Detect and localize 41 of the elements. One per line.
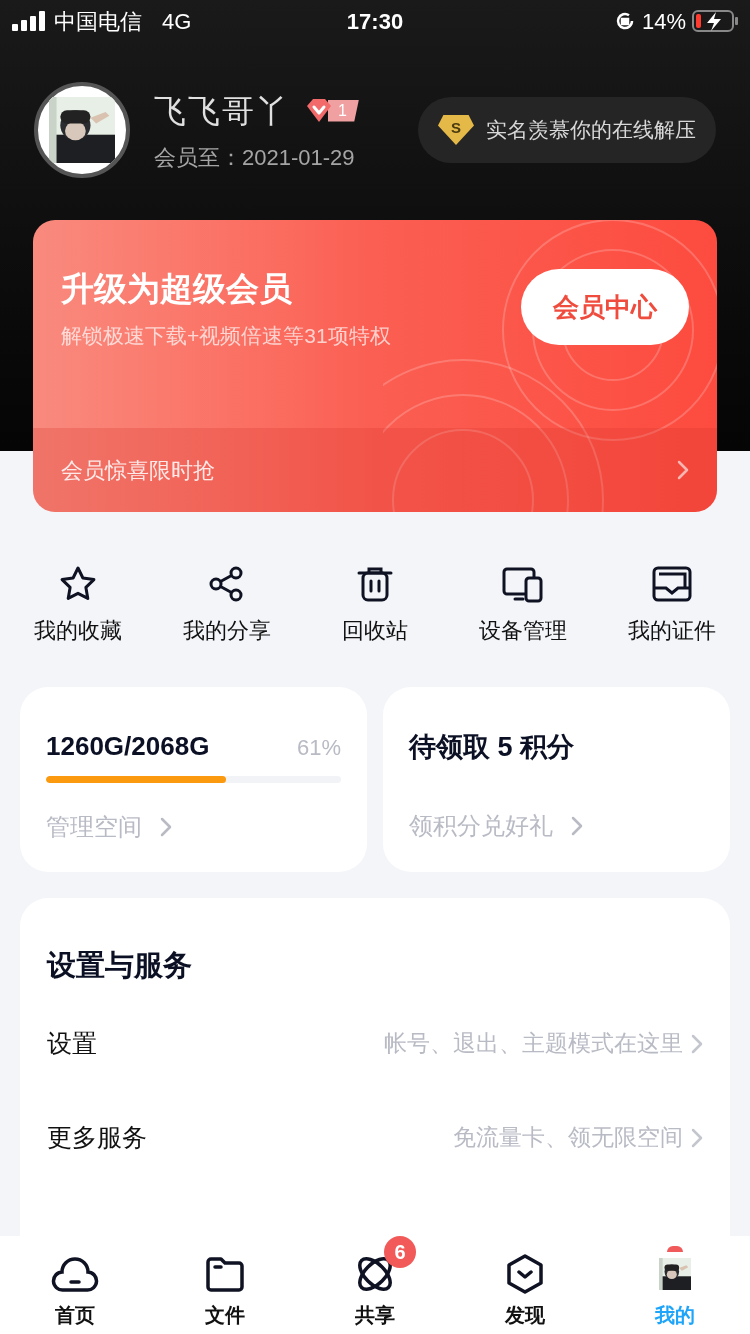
signal-icon [12, 11, 46, 31]
chevron-right-icon [691, 1033, 703, 1054]
storage-usage: 1260G/2068G [46, 730, 210, 763]
points-card[interactable]: 待领取 5 积分 领积分兑好礼 [383, 687, 730, 872]
shortcut-item[interactable]: 我的证件 [597, 562, 746, 647]
vip-card-title: 升级为超级会员 [61, 269, 293, 309]
vip-card-subtitle: 解锁极速下载+视频倍速等31项特权 [61, 322, 391, 349]
chevron-right-icon [691, 1127, 703, 1148]
points-title: 待领取 5 积分 [409, 731, 576, 764]
shortcut-item[interactable]: 我的分享 [152, 562, 301, 647]
settings-row[interactable]: 设置 帐号、退出、主题模式在这里 [47, 1021, 703, 1066]
id-card-icon [650, 564, 693, 604]
user-name: 飞飞哥丫 [154, 91, 290, 131]
chevron-right-icon [160, 817, 172, 837]
cloud-icon [51, 1254, 99, 1294]
vip-level-badge: 1 [304, 95, 359, 126]
shortcut-item[interactable]: 设备管理 [449, 562, 598, 647]
tab-item[interactable]: 6 共享 [300, 1236, 450, 1334]
storage-card[interactable]: 1260G/2068G 61% 管理空间 [20, 687, 367, 872]
settings-row[interactable]: 更多服务 免流量卡、领无限空间 [47, 1115, 703, 1160]
member-center-button[interactable]: 会员中心 [521, 269, 689, 345]
status-time: 17:30 [346, 7, 404, 36]
battery-icon [692, 9, 738, 33]
membership-expiry: 会员至：2021-01-29 [154, 143, 356, 172]
hexagon-icon [504, 1253, 546, 1295]
section-title: 设置与服务 [47, 948, 193, 983]
chevron-right-icon [677, 460, 689, 480]
tab-badge: 6 [384, 1236, 416, 1268]
chevron-right-icon [571, 815, 583, 836]
battery-percent: 14% [641, 7, 686, 36]
tab-item[interactable]: 发现 [450, 1236, 600, 1334]
coin-icon: S [438, 115, 474, 145]
carrier-name: 中国电信 [54, 7, 142, 36]
shortcut-item[interactable]: 回收站 [300, 562, 450, 647]
storage-percent: 61% [296, 734, 341, 762]
shortcut-item[interactable]: 我的收藏 [4, 562, 153, 647]
tab-item[interactable]: 首页 [0, 1236, 150, 1334]
real-name-badge[interactable]: S 实名羡慕你的在线解压 [418, 97, 716, 163]
folder-icon [204, 1254, 246, 1294]
network-type: 4G [162, 7, 192, 36]
tab-item[interactable]: 文件 [150, 1236, 300, 1334]
